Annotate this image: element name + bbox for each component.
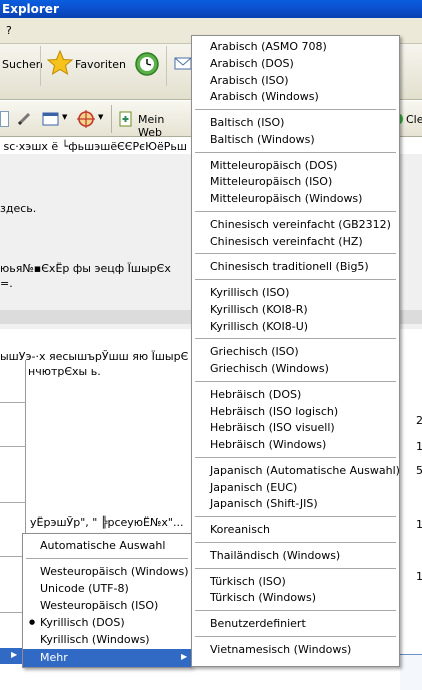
page-text-line: =.	[0, 277, 13, 290]
encoding-option[interactable]: Kyrillisch (KOI8-R)	[210, 302, 308, 318]
encoding-option[interactable]: Hebräisch (ISO logisch)	[210, 404, 338, 420]
menu-separator	[195, 635, 396, 637]
encoding-option[interactable]: Hebräisch (DOS)	[210, 387, 301, 403]
menu-separator	[195, 456, 396, 458]
menu-separator	[195, 380, 396, 382]
search-button[interactable]: Suchen	[2, 58, 43, 71]
status-area	[400, 654, 422, 690]
encoding-option[interactable]: Griechisch (ISO)	[210, 344, 299, 360]
more-label: Mehr	[40, 651, 68, 664]
clear-button-label[interactable]: Cle	[406, 113, 422, 126]
favorites-button[interactable]: Favoriten	[47, 50, 147, 76]
arrow-right-icon: ▶	[11, 650, 18, 659]
encoding-option[interactable]: Baltisch (ISO)	[210, 115, 284, 131]
encoding-option[interactable]: Chinesisch traditionell (Big5)	[210, 259, 369, 275]
menu-help[interactable]: ?	[6, 24, 12, 37]
menu-separator	[26, 558, 188, 559]
window-title: Explorer	[2, 2, 59, 16]
toolbar-divider	[166, 46, 167, 86]
edit-icon[interactable]	[16, 111, 32, 127]
toolbar-divider	[40, 46, 41, 86]
encoding-item-cyrillic-dos[interactable]: Kyrillisch (DOS)	[40, 615, 125, 631]
encoding-item-western-iso[interactable]: Westeuropäisch (ISO)	[40, 598, 158, 614]
myweb-label: Mein Web	[138, 113, 165, 139]
toolbar-divider	[111, 105, 112, 133]
encoding-item-auto[interactable]: Automatische Auswahl	[40, 538, 165, 554]
page-number: 1	[416, 518, 422, 531]
menu-separator	[195, 210, 396, 212]
page-number: 2	[416, 414, 422, 427]
page-text-line: уЁрэшЎр", " ╠рсеуюЁ№х"...	[30, 516, 184, 529]
encoding-option[interactable]: Griechisch (Windows)	[210, 361, 329, 377]
encoding-option[interactable]: Arabisch (DOS)	[210, 56, 294, 72]
menu-separator	[195, 253, 396, 255]
layout-icon[interactable]	[42, 111, 60, 127]
encoding-item-cyrillic-windows[interactable]: Kyrillisch (Windows)	[40, 632, 150, 648]
encoding-option[interactable]: Vietnamesisch (Windows)	[210, 642, 351, 658]
page-text-line: юья№▪ЄхЁр фы эецф ЇшырЄх	[0, 262, 171, 275]
encoding-option[interactable]: Arabisch (Windows)	[210, 89, 319, 105]
history-icon[interactable]	[134, 51, 160, 77]
encoding-option[interactable]: Baltisch (Windows)	[210, 132, 315, 148]
plus-page-icon	[119, 111, 132, 127]
encoding-option[interactable]: Chinesisch vereinfacht (GB2312)	[210, 217, 391, 233]
encoding-option[interactable]: Koreanisch	[210, 522, 270, 538]
encoding-option[interactable]: Thailändisch (Windows)	[210, 548, 340, 564]
page-text-line: ышУэ-·х яесышърЎшш яю ЇшырЄ	[0, 350, 189, 363]
radio-bullet-icon: ●	[29, 618, 36, 626]
menu-separator	[195, 610, 396, 611]
encoding-option[interactable]: Hebräisch (ISO visuell)	[210, 420, 335, 436]
menu-separator	[195, 279, 396, 280]
menu-separator	[195, 109, 396, 110]
encoding-option[interactable]: Arabisch (ASMO 708)	[210, 39, 327, 55]
chevron-down-icon[interactable]: ▼	[62, 113, 67, 121]
encoding-option[interactable]: Arabisch (ISO)	[210, 73, 289, 89]
encoding-option[interactable]: Hebräisch (Windows)	[210, 437, 326, 453]
page-number: 5	[416, 464, 422, 477]
menu-separator	[195, 541, 396, 543]
target-icon[interactable]	[76, 109, 96, 129]
encoding-option[interactable]: Türkisch (Windows)	[210, 590, 316, 606]
encoding-option[interactable]: Mitteleuropäisch (ISO)	[210, 174, 332, 190]
page-text-line: нчютрЄхы ь.	[28, 365, 101, 378]
star-icon	[47, 50, 73, 76]
mail-icon[interactable]	[174, 54, 192, 72]
encoding-option[interactable]: Kyrillisch (KOI8-U)	[210, 319, 308, 335]
encoding-option[interactable]: Japanisch (EUC)	[210, 480, 297, 496]
encoding-menu: Automatische Auswahl Westeuropäisch (Win…	[22, 533, 192, 668]
window-title-bar[interactable]: Explorer	[0, 0, 422, 18]
encoding-option[interactable]: Mitteleuropäisch (DOS)	[210, 158, 337, 174]
favorites-label: Favoriten	[75, 58, 126, 71]
encoding-option[interactable]: Chinesisch vereinfacht (HZ)	[210, 234, 363, 250]
page-text-line: здесь.	[0, 202, 37, 215]
encoding-item-western-windows[interactable]: Westeuropäisch (Windows)	[40, 564, 189, 580]
page-number: 1	[416, 440, 422, 453]
more-encodings-menu: Arabisch (ASMO 708) Arabisch (DOS) Arabisc…	[191, 35, 400, 667]
arrow-right-icon: ▶	[181, 652, 188, 661]
encoding-option[interactable]: Japanisch (Shift-JIS)	[210, 496, 318, 512]
page-text-line: ѕc·хэшх ё └фьшэшёЄЄРєЮёРьш	[0, 140, 187, 153]
menu-separator	[195, 151, 396, 153]
encoding-option[interactable]: Japanisch (Automatische Auswahl)	[210, 463, 400, 479]
menu-separator	[195, 338, 396, 340]
encoding-item-more[interactable]: Mehr ▶	[23, 649, 191, 667]
encoding-option[interactable]: Benutzerdefiniert	[210, 616, 306, 632]
menu-separator	[195, 567, 396, 569]
menu-separator	[195, 516, 396, 517]
encoding-option[interactable]: Kyrillisch (ISO)	[210, 285, 289, 301]
chevron-down-icon[interactable]: ▼	[98, 113, 103, 121]
page-number: 1	[416, 570, 422, 583]
myweb-button[interactable]: Mein Web	[118, 109, 190, 139]
encoding-option[interactable]: Mitteleuropäisch (Windows)	[210, 191, 362, 207]
encoding-option[interactable]: Türkisch (ISO)	[210, 574, 286, 590]
address-dropdown[interactable]	[0, 111, 9, 127]
encoding-item-unicode[interactable]: Unicode (UTF-8)	[40, 581, 129, 597]
